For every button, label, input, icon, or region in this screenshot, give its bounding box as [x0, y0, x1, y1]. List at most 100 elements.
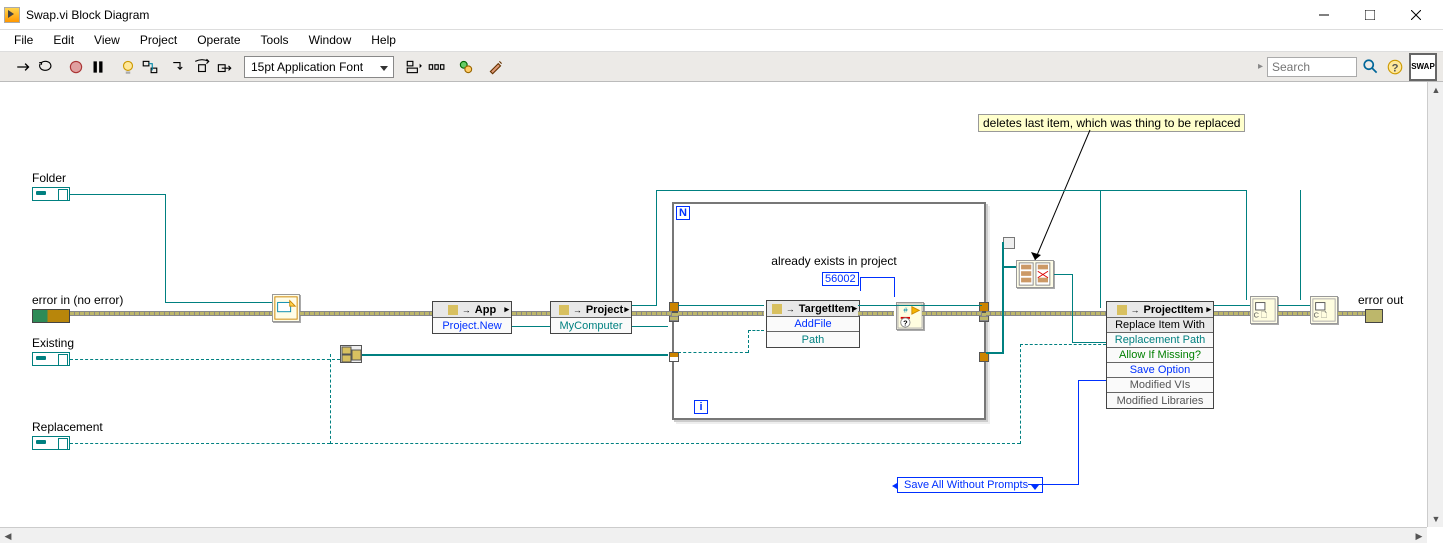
- help-icon[interactable]: ?: [1385, 57, 1405, 77]
- app-node-row[interactable]: Project.New: [433, 318, 511, 333]
- svg-text:?: ?: [903, 318, 908, 327]
- projectitem-invoke-node[interactable]: → ProjectItem ▸ Replace Item With Replac…: [1106, 301, 1214, 409]
- menu-operate[interactable]: Operate: [187, 30, 250, 51]
- search-input[interactable]: [1267, 57, 1357, 77]
- wire-pathout-v: [1002, 242, 1004, 354]
- app-property-node[interactable]: → App ▸ Project.New: [432, 301, 512, 334]
- loop-iteration-terminal[interactable]: i: [694, 400, 708, 414]
- menu-window[interactable]: Window: [299, 30, 362, 51]
- wire-delete-out-v: [1072, 274, 1073, 342]
- wire-errcode-v0: [860, 277, 861, 291]
- scroll-down-icon[interactable]: ▼: [1428, 511, 1443, 527]
- wire-close1: [1214, 305, 1250, 306]
- tunnel-array-in[interactable]: [669, 352, 679, 362]
- wire-pathout-h2: [1002, 266, 1016, 268]
- wire-error-4: [632, 311, 672, 316]
- distribute-dropdown[interactable]: [426, 57, 446, 77]
- search-icon[interactable]: [1361, 57, 1381, 77]
- vi-icon[interactable]: SWAP: [1409, 53, 1437, 81]
- targetitem-row-addfile[interactable]: AddFile: [767, 317, 859, 332]
- menu-file[interactable]: File: [4, 30, 43, 51]
- targetitem-title: TargetItem: [799, 303, 854, 315]
- scroll-up-icon[interactable]: ▲: [1428, 82, 1443, 98]
- project-property-node[interactable]: → Project ▸ MyComputer: [550, 301, 632, 334]
- pause-button[interactable]: [88, 57, 108, 77]
- targetitem-row-path[interactable]: Path: [767, 332, 859, 347]
- scroll-right-icon[interactable]: ▶: [1411, 528, 1427, 543]
- cleanup-button[interactable]: [486, 57, 506, 77]
- scroll-left-icon[interactable]: ◀: [0, 528, 16, 543]
- comment-box[interactable]: deletes last item, which was thing to be…: [978, 114, 1245, 132]
- projectitem-row-modlibs[interactable]: Modified Libraries: [1107, 393, 1213, 408]
- wire-topclose-v: [1300, 190, 1301, 300]
- align-dropdown[interactable]: [404, 57, 424, 77]
- step-out-button[interactable]: [214, 57, 234, 77]
- window-minimize-button[interactable]: [1301, 0, 1347, 30]
- loop-text: already exists in project: [734, 254, 934, 268]
- wire-proj-ref-down2: [1100, 190, 1101, 308]
- wire-error-6: [1214, 311, 1250, 316]
- scrollbar-horizontal[interactable]: ◀ ▶: [0, 527, 1427, 543]
- targetitem-invoke-node[interactable]: → TargetItem ▸ AddFile Path: [766, 300, 860, 348]
- menu-project[interactable]: Project: [130, 30, 187, 51]
- terminal-folder[interactable]: [32, 187, 70, 201]
- project-node-row[interactable]: MyComputer: [551, 318, 631, 333]
- wire-top-stub: [656, 190, 657, 202]
- label-folder: Folder: [32, 171, 66, 185]
- tunnel-merge[interactable]: [1003, 237, 1015, 249]
- step-into-button[interactable]: [170, 57, 190, 77]
- app-icon: [4, 7, 20, 23]
- wire-loop-ref-in: [678, 305, 764, 306]
- projectitem-method[interactable]: Replace Item With: [1107, 318, 1213, 333]
- wire-proj-ref1: [632, 305, 656, 306]
- terminal-replacement[interactable]: [32, 436, 70, 450]
- window-close-button[interactable]: [1393, 0, 1439, 30]
- build-array-node[interactable]: [340, 345, 362, 363]
- close-ref-node-1[interactable]: C 🗋: [1250, 296, 1278, 324]
- open-vi-ref-node[interactable]: [272, 294, 300, 322]
- terminal-existing[interactable]: [32, 352, 70, 366]
- clear-errors-node[interactable]: # ?: [896, 302, 924, 330]
- wire-delete-out-h2: [1072, 342, 1106, 343]
- close-ref-node-2[interactable]: C 🗋: [1310, 296, 1338, 324]
- wire-ring-h2: [1078, 380, 1106, 381]
- menu-edit[interactable]: Edit: [43, 30, 84, 51]
- highlight-button[interactable]: [118, 57, 138, 77]
- projectitem-row-modvis[interactable]: Modified VIs: [1107, 378, 1213, 393]
- terminal-error-in[interactable]: [32, 309, 70, 323]
- menu-tools[interactable]: Tools: [251, 30, 299, 51]
- wire-folder-h2: [165, 302, 272, 303]
- delete-from-array-node[interactable]: [1016, 260, 1054, 288]
- wire-proj-ref-down1: [1246, 190, 1247, 300]
- wire-errcode-v: [894, 277, 895, 297]
- block-diagram-canvas[interactable]: deletes last item, which was thing to be…: [0, 82, 1443, 543]
- window-title: Swap.vi Block Diagram: [26, 8, 149, 22]
- project-node-title: Project: [586, 304, 623, 316]
- menu-view[interactable]: View: [84, 30, 130, 51]
- wire-replacement-h1: [70, 443, 330, 444]
- diagram-canvas-wrap: deletes last item, which was thing to be…: [0, 82, 1443, 543]
- retain-wires-button[interactable]: [140, 57, 160, 77]
- abort-button[interactable]: [66, 57, 86, 77]
- projectitem-row-path[interactable]: Replacement Path: [1107, 333, 1213, 348]
- wire-error-5: [986, 311, 1106, 316]
- run-continuous-button[interactable]: [36, 57, 56, 77]
- reorder-dropdown[interactable]: [456, 57, 476, 77]
- loop-count-terminal[interactable]: N: [676, 206, 690, 220]
- font-dropdown[interactable]: 15pt Application Font: [244, 56, 394, 78]
- projectitem-row-save[interactable]: Save Option: [1107, 363, 1213, 378]
- wire-close2: [1278, 305, 1310, 306]
- projectitem-row-allow[interactable]: Allow If Missing?: [1107, 348, 1213, 363]
- save-option-ring[interactable]: Save All Without Prompts: [897, 477, 1043, 493]
- menu-help[interactable]: Help: [361, 30, 406, 51]
- scrollbar-vertical[interactable]: ▲ ▼: [1427, 82, 1443, 527]
- error-code-constant[interactable]: 56002: [822, 272, 859, 286]
- projectitem-title: ProjectItem: [1144, 304, 1204, 316]
- terminal-error-out[interactable]: [1365, 309, 1383, 323]
- step-over-button[interactable]: [192, 57, 212, 77]
- run-button[interactable]: [14, 57, 34, 77]
- wire-app-proj: [512, 326, 550, 327]
- wire-error-7: [1278, 311, 1310, 316]
- window-maximize-button[interactable]: [1347, 0, 1393, 30]
- wire-ring-h1: [1028, 484, 1078, 485]
